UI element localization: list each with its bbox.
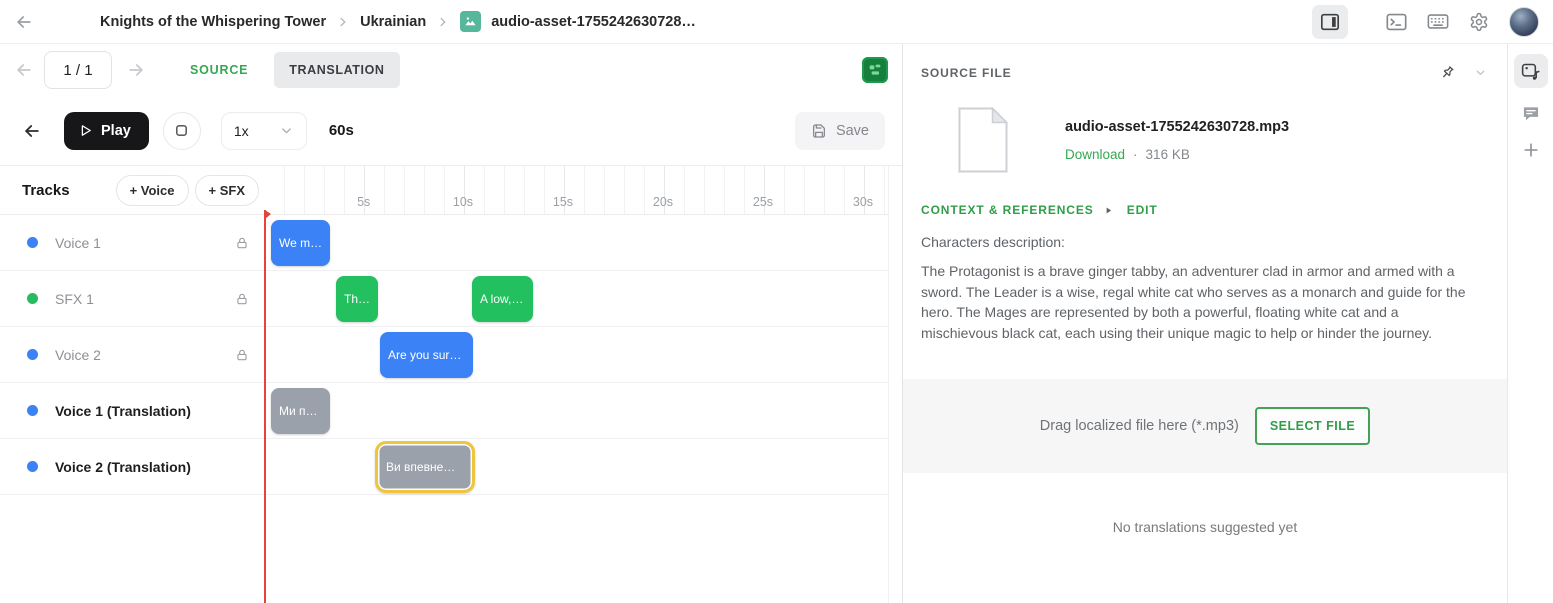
audio-clip[interactable]: Th…	[336, 276, 378, 322]
next-page-icon[interactable]	[126, 60, 146, 80]
triangle-right-icon	[1104, 206, 1113, 215]
media-panel-tab-icon[interactable]	[1514, 54, 1548, 88]
audio-clip[interactable]: Are you sur…	[380, 332, 473, 378]
track-row-voice-1: Voice 1 We m…	[0, 215, 889, 271]
chevron-right-icon	[336, 15, 350, 29]
track-row-voice-2-translation: Voice 2 (Translation) Ви впевне…	[0, 439, 889, 495]
breadcrumb-asset[interactable]: audio-asset-1755242630728…	[491, 14, 696, 30]
transport-toolbar: Play 1x 60s Save	[0, 96, 902, 166]
settings-gear-icon[interactable]	[1469, 12, 1489, 32]
page-indicator[interactable]: 1 / 1	[44, 51, 112, 89]
ruler-label: 20s	[653, 195, 673, 209]
lock-icon[interactable]	[235, 292, 249, 306]
file-size: 316 KB	[1146, 147, 1190, 162]
panel-toggle-icon[interactable]	[1312, 5, 1348, 39]
track-label: SFX 1	[55, 291, 94, 307]
tab-source[interactable]: SOURCE	[190, 63, 248, 77]
track-row-voice-1-translation: Voice 1 (Translation) Ми п…	[0, 383, 889, 439]
upload-dropzone[interactable]: Drag localized file here (*.mp3) SELECT …	[903, 379, 1507, 473]
file-name: audio-asset-1755242630728.mp3	[1065, 119, 1289, 135]
lock-icon[interactable]	[235, 236, 249, 250]
separator-dot: ·	[1133, 147, 1138, 162]
upload-hint: Drag localized file here (*.mp3)	[1040, 418, 1239, 434]
context-references-link[interactable]: CONTEXT & REFERENCES	[921, 203, 1094, 217]
add-panel-tab-icon[interactable]	[1521, 140, 1541, 160]
track-row-voice-2: Voice 2 Are you sur…	[0, 327, 889, 383]
source-file-panel: SOURCE FILE audio-asset-1755242630728.mp…	[903, 44, 1508, 603]
audio-clip-selected[interactable]: Ви впевне…	[375, 441, 475, 493]
save-button[interactable]: Save	[795, 112, 885, 150]
ruler-label: 25s	[753, 195, 773, 209]
lock-icon[interactable]	[235, 348, 249, 362]
track-lane[interactable]: Ви впевне…	[265, 439, 889, 494]
track-color-dot	[27, 349, 38, 360]
topbar: Knights of the Whispering Tower Ukrainia…	[0, 0, 1553, 44]
track-color-dot	[27, 461, 38, 472]
breadcrumb: Knights of the Whispering Tower Ukrainia…	[100, 11, 696, 32]
timeline-editor: 1 / 1 SOURCE TRANSLATION Play 1x	[0, 44, 903, 603]
track-lane[interactable]: Are you sur…	[265, 327, 889, 382]
tab-translation[interactable]: TRANSLATION	[274, 52, 399, 88]
breadcrumb-language[interactable]: Ukrainian	[360, 14, 426, 30]
track-color-dot	[27, 293, 38, 304]
breadcrumb-project[interactable]: Knights of the Whispering Tower	[100, 14, 326, 30]
prev-page-icon[interactable]	[14, 60, 34, 80]
timeline-ruler[interactable]: 5s 10s 15s 20s 25s 30s	[265, 166, 889, 214]
play-button[interactable]: Play	[64, 112, 149, 150]
track-lane[interactable]: Th… A low,…	[265, 271, 889, 326]
chevron-down-icon[interactable]	[1474, 66, 1487, 79]
track-lane[interactable]: Ми п…	[265, 383, 889, 438]
tracks-heading: Tracks	[22, 182, 70, 199]
track-row-sfx-1: SFX 1 Th… A low,…	[0, 271, 889, 327]
empty-state-text: No translations suggested yet	[903, 519, 1507, 535]
pin-icon[interactable]	[1439, 64, 1456, 81]
chevron-down-icon	[279, 123, 294, 138]
chevron-right-icon	[436, 15, 450, 29]
track-lane[interactable]: We m…	[265, 215, 889, 270]
right-rail	[1508, 44, 1553, 603]
audio-clip[interactable]: We m…	[271, 220, 330, 266]
playback-speed-select[interactable]: 1x	[221, 112, 307, 150]
panel-title: SOURCE FILE	[921, 66, 1012, 80]
duration-label: 60s	[329, 122, 354, 139]
audio-clip[interactable]: A low,…	[472, 276, 533, 322]
stop-icon	[174, 123, 189, 138]
play-icon	[78, 123, 93, 138]
document-icon	[958, 107, 1008, 173]
add-voice-button[interactable]: + Voice	[116, 175, 189, 206]
ruler-label: 5s	[357, 195, 370, 209]
menu-icon[interactable]	[54, 14, 74, 29]
page-toolbar: 1 / 1 SOURCE TRANSLATION	[0, 44, 902, 96]
save-icon	[811, 123, 827, 139]
image-asset-icon	[460, 11, 481, 32]
ruler-label: 10s	[453, 195, 473, 209]
track-label: Voice 1	[55, 235, 101, 251]
add-sfx-button[interactable]: + SFX	[195, 175, 260, 206]
track-label: Voice 2 (Translation)	[55, 459, 191, 475]
track-label: Voice 1 (Translation)	[55, 403, 191, 419]
select-file-button[interactable]: SELECT FILE	[1255, 407, 1370, 445]
terminal-icon[interactable]	[1386, 13, 1407, 31]
description-text: The Protagonist is a brave ginger tabby,…	[903, 261, 1507, 343]
description-heading: Characters description:	[903, 234, 1507, 250]
playhead[interactable]	[264, 210, 266, 603]
user-avatar[interactable]	[1509, 7, 1539, 37]
keyboard-icon[interactable]	[1427, 13, 1449, 30]
back-to-project-icon[interactable]	[22, 121, 42, 141]
ruler-label: 15s	[553, 195, 573, 209]
download-link[interactable]: Download	[1065, 147, 1125, 162]
comments-panel-tab-icon[interactable]	[1521, 104, 1541, 124]
track-label: Voice 2	[55, 347, 101, 363]
app-logo-icon	[862, 57, 888, 83]
ruler-label: 30s	[853, 195, 873, 209]
tracks-area: Tracks + Voice + SFX 5s 10s 15s 20s 25s …	[0, 166, 889, 495]
track-color-dot	[27, 237, 38, 248]
audio-clip[interactable]: Ми п…	[271, 388, 330, 434]
edit-link[interactable]: EDIT	[1127, 203, 1158, 217]
back-arrow-icon[interactable]	[14, 12, 34, 32]
track-color-dot	[27, 405, 38, 416]
stop-button[interactable]	[163, 112, 201, 150]
